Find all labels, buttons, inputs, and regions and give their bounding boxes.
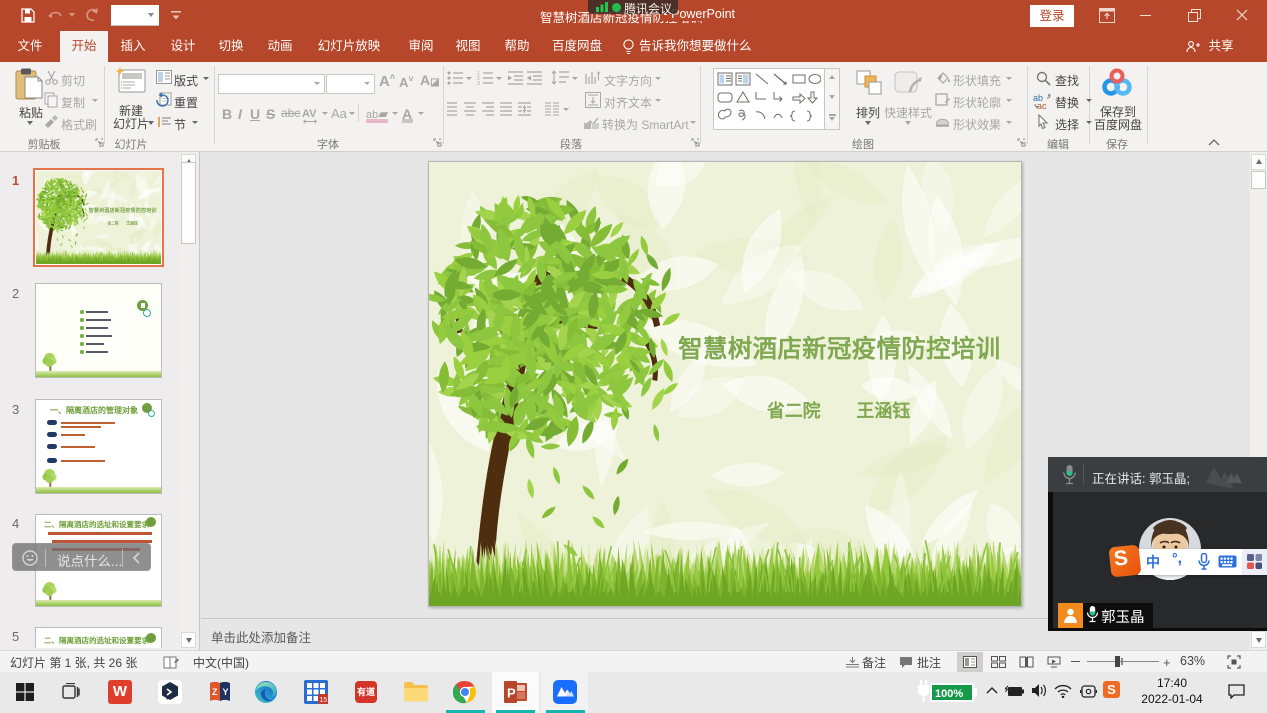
svg-text:ac: ac bbox=[1037, 101, 1047, 109]
svg-text:AV: AV bbox=[302, 108, 317, 120]
svg-text:100%: 100% bbox=[935, 688, 963, 700]
svg-text:15: 15 bbox=[320, 697, 328, 704]
svg-text:P: P bbox=[507, 686, 516, 701]
svg-text:Z: Z bbox=[212, 687, 218, 697]
svg-text:省二院 王涵钰: 省二院 王涵钰 bbox=[766, 400, 910, 421]
svg-text:Y: Y bbox=[223, 687, 229, 697]
svg-text:3: 3 bbox=[477, 81, 480, 85]
svg-text:智慧树酒店新冠疫情防控培训: 智慧树酒店新冠疫情防控培训 bbox=[678, 335, 1000, 363]
